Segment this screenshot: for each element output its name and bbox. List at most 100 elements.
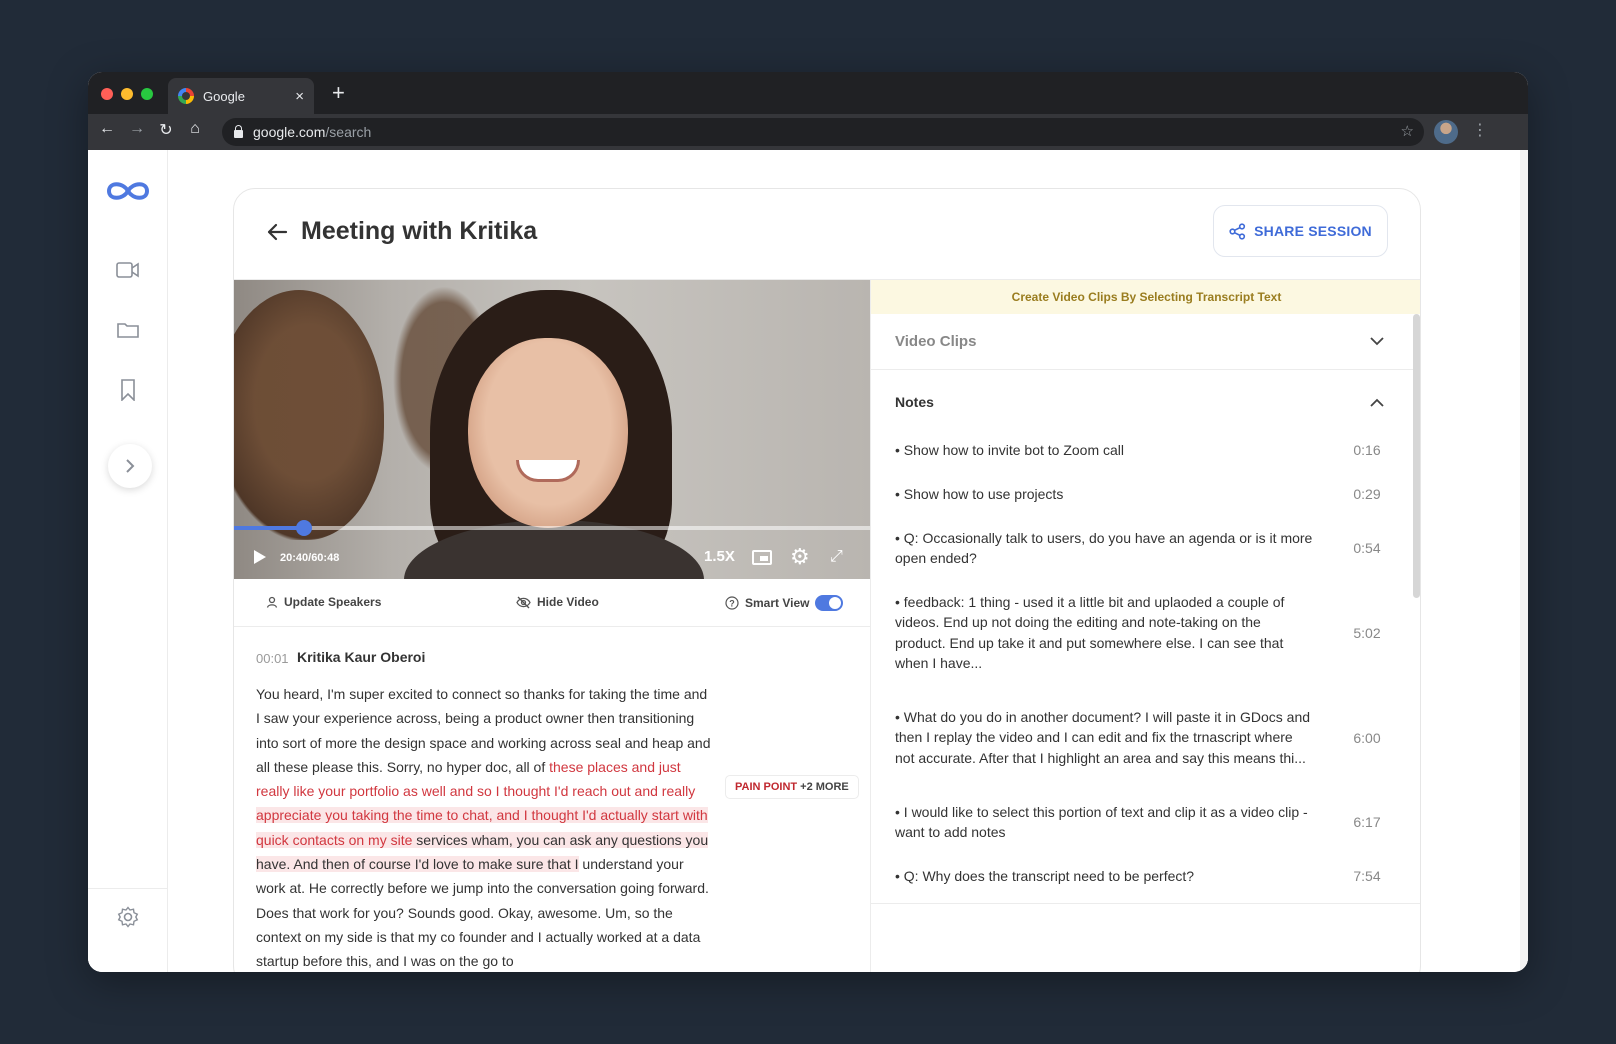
browser-tab[interactable]: Google × <box>168 78 314 114</box>
notes-scrollbar[interactable] <box>1413 314 1420 598</box>
smart-view-control[interactable]: ? Smart View <box>725 595 844 611</box>
forward-icon[interactable]: → <box>126 120 148 138</box>
play-icon[interactable] <box>254 550 266 564</box>
tab-title: Google <box>203 88 245 104</box>
share-session-button[interactable]: SHARE SESSION <box>1213 205 1388 257</box>
share-session-label: SHARE SESSION <box>1254 223 1372 239</box>
video-player[interactable]: 20:40/60:48 1.5X ⚙ ⤢ <box>234 280 870 579</box>
note-timestamp[interactable]: 7:54 <box>1343 868 1391 884</box>
note-timestamp[interactable]: 5:02 <box>1343 625 1391 641</box>
transcript-speaker: Kritika Kaur Oberoi <box>297 649 426 665</box>
note-timestamp[interactable]: 6:00 <box>1343 730 1391 746</box>
transcript-text[interactable]: You heard, I'm super excited to connect … <box>256 682 712 972</box>
person-icon <box>266 596 278 608</box>
transcript-panel: 00:01 Kritika Kaur Oberoi You heard, I'm… <box>234 627 870 972</box>
video-frame-person-face <box>468 338 628 528</box>
close-window-button[interactable] <box>101 88 113 100</box>
right-panel: Create Video Clips By Selecting Transcri… <box>870 280 1420 972</box>
note-text: • Show how to use projects <box>895 485 1064 502</box>
url-host: google.com <box>253 124 326 140</box>
lock-icon <box>234 124 243 138</box>
clips-hint-banner: Create Video Clips By Selecting Transcri… <box>871 280 1420 314</box>
settings-gear-icon[interactable] <box>114 903 142 931</box>
video-progress-fill <box>234 526 304 530</box>
smart-view-toggle[interactable] <box>815 595 844 611</box>
note-text: • I would like to select this portion of… <box>895 803 1308 841</box>
video-clips-label: Video Clips <box>895 333 977 350</box>
url-path: /search <box>325 124 372 140</box>
svg-text:?: ? <box>729 599 735 609</box>
video-camera-icon[interactable] <box>114 256 142 284</box>
note-text: • Show how to invite bot to Zoom call <box>895 441 1125 458</box>
hide-video-button[interactable]: Hide Video <box>516 595 599 609</box>
new-tab-button[interactable]: + <box>332 80 345 106</box>
back-arrow-icon[interactable] <box>266 223 288 241</box>
reload-icon[interactable]: ↻ <box>155 120 177 140</box>
tab-close-icon[interactable]: × <box>295 88 304 105</box>
page-scrollbar[interactable] <box>1520 150 1528 972</box>
infinity-logo-icon[interactable] <box>103 178 153 204</box>
update-speakers-button[interactable]: Update Speakers <box>266 595 381 609</box>
hide-video-label: Hide Video <box>537 595 599 609</box>
app-content: Meeting with Kritika SHARE SESSION 20:40… <box>88 150 1528 972</box>
tag-more-count: +2 MORE <box>800 781 849 793</box>
browser-toolbar: ← → ↻ ⌂ google.com/search ☆ ⋮ <box>88 114 1528 150</box>
tag-label: PAIN POINT <box>735 781 798 793</box>
notes-label: Notes <box>895 394 934 410</box>
chevron-down-icon <box>1370 337 1384 346</box>
video-toolbar: Update Speakers Hide Video ? Smart View <box>234 579 870 627</box>
browser-menu-icon[interactable]: ⋮ <box>1472 120 1488 140</box>
help-circle-icon[interactable]: ? <box>725 596 739 610</box>
google-favicon-icon <box>178 88 194 104</box>
note-item[interactable]: • Q: Occasionally talk to users, do you … <box>895 516 1391 580</box>
sidebar-footer <box>88 888 168 972</box>
video-clips-section-header[interactable]: Video Clips <box>871 314 1420 370</box>
sidebar <box>88 150 168 972</box>
transcript-timestamp[interactable]: 00:01 <box>256 651 289 666</box>
maximize-window-button[interactable] <box>141 88 153 100</box>
browser-window: Google × + ← → ↻ ⌂ google.com/search ☆ ⋮ <box>88 72 1528 972</box>
minimize-window-button[interactable] <box>121 88 133 100</box>
fullscreen-icon[interactable]: ⤢ <box>830 548 843 566</box>
video-progress-thumb[interactable] <box>295 520 312 536</box>
pain-point-tag[interactable]: PAIN POINT +2 MORE <box>725 775 859 799</box>
address-bar[interactable]: google.com/search ☆ <box>222 118 1424 146</box>
note-item[interactable]: • I would like to select this portion of… <box>895 790 1391 854</box>
note-text: • Q: Why does the transcript need to be … <box>895 867 1195 884</box>
chevron-right-icon <box>126 459 135 473</box>
note-timestamp[interactable]: 0:29 <box>1343 486 1391 502</box>
note-item[interactable]: • What do you do in another document? I … <box>895 685 1391 790</box>
update-speakers-label: Update Speakers <box>284 595 382 609</box>
share-icon <box>1229 222 1246 240</box>
bookmark-star-icon[interactable]: ☆ <box>1401 122 1414 140</box>
note-timestamp[interactable]: 6:17 <box>1343 814 1391 830</box>
bookmark-icon[interactable] <box>114 376 142 404</box>
note-item[interactable]: • Q: Why does the transcript need to be … <box>895 854 1391 898</box>
browser-tab-bar: Google × + <box>88 72 1528 114</box>
video-progress-bar[interactable] <box>234 520 870 536</box>
note-item[interactable]: • Show how to invite bot to Zoom call 0:1… <box>895 428 1391 472</box>
eye-off-icon <box>516 596 531 608</box>
playback-speed-button[interactable]: 1.5X <box>704 548 735 565</box>
video-frame-guitar <box>234 290 384 540</box>
note-item[interactable]: • Show how to use projects 0:29 <box>895 472 1391 516</box>
transcript-text-plain-2: understand your work at. He correctly be… <box>256 856 709 970</box>
note-item[interactable]: • feedback: 1 thing - used it a little b… <box>895 580 1391 685</box>
video-settings-gear-icon[interactable]: ⚙ <box>790 546 810 568</box>
smart-view-label: Smart View <box>745 596 810 610</box>
note-timestamp[interactable]: 0:54 <box>1343 540 1391 556</box>
session-header: Meeting with Kritika SHARE SESSION <box>234 189 1420 280</box>
note-text: • feedback: 1 thing - used it a little b… <box>895 593 1285 672</box>
expand-sidebar-button[interactable] <box>108 444 152 488</box>
profile-avatar[interactable] <box>1434 120 1458 144</box>
note-text: • What do you do in another document? I … <box>895 708 1311 766</box>
folder-icon[interactable] <box>114 316 142 344</box>
back-icon[interactable]: ← <box>96 120 118 138</box>
note-timestamp[interactable]: 0:16 <box>1343 442 1391 458</box>
page-title: Meeting with Kritika <box>301 217 538 245</box>
session-card: Meeting with Kritika SHARE SESSION 20:40… <box>233 188 1421 972</box>
home-icon[interactable]: ⌂ <box>184 120 206 138</box>
notes-section-header[interactable]: Notes <box>871 374 1420 430</box>
chevron-up-icon <box>1370 398 1384 407</box>
picture-in-picture-icon[interactable] <box>752 550 772 565</box>
